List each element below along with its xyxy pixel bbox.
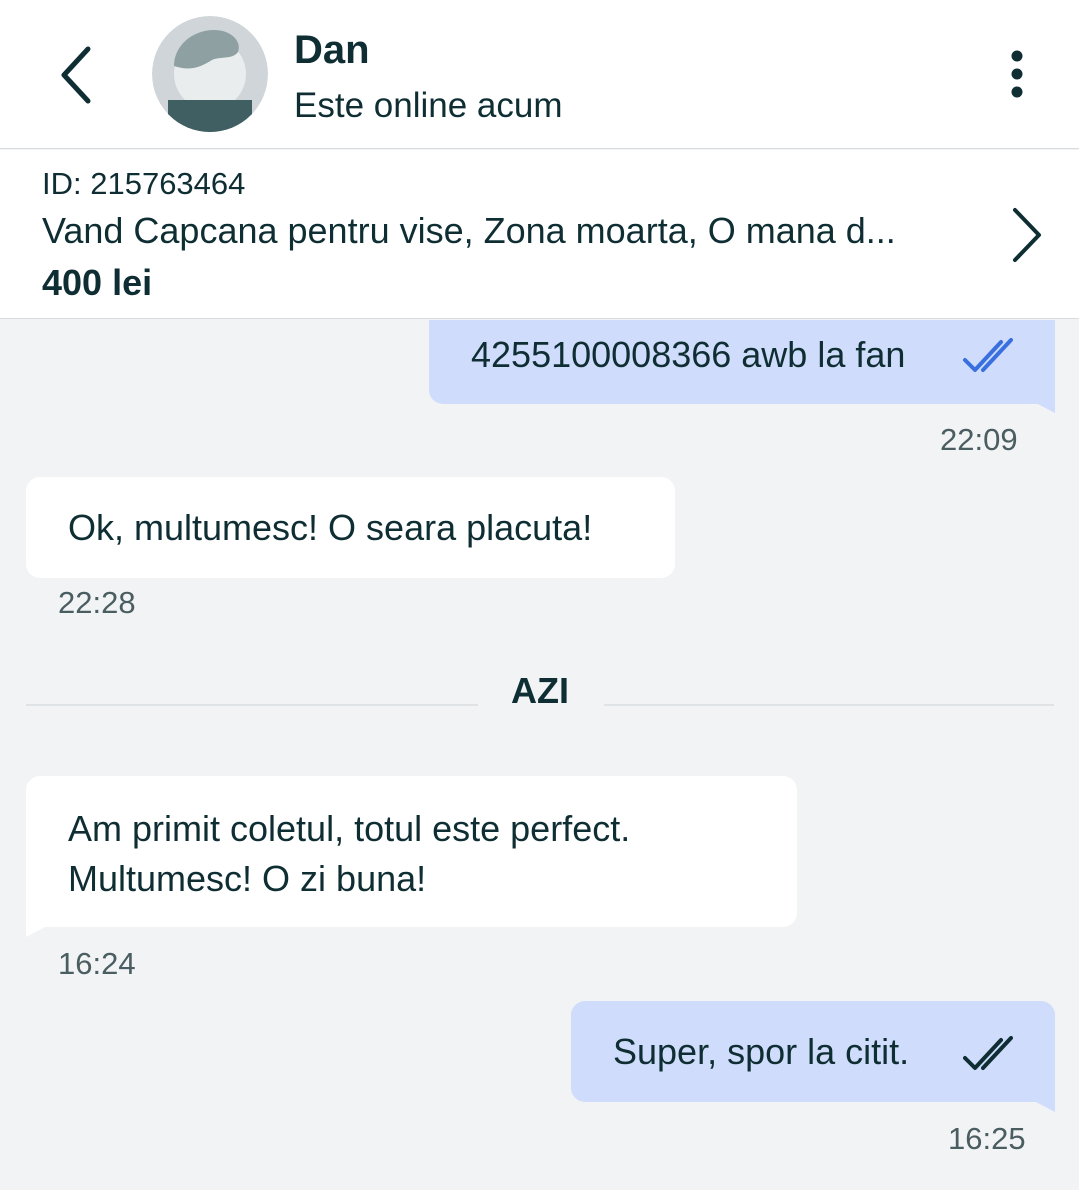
chevron-right-icon (1000, 204, 1050, 264)
message-bubble-incoming[interactable]: Am primit coletul, totul este perfect. M… (26, 776, 797, 927)
listing-title: Vand Capcana pentru vise, Zona moarta, O… (42, 210, 896, 251)
message-text: 4255100008366 awb la fan (471, 334, 906, 375)
separator-line-right (604, 704, 1054, 706)
message-text-line: Multumesc! O zi buna! (68, 858, 427, 899)
bubble-tail (26, 926, 47, 937)
separator-line-left (26, 704, 478, 706)
message-time: 22:09 (940, 422, 1018, 457)
back-arrow-icon (56, 45, 96, 105)
chat-header: Dan Este online acum (0, 0, 1079, 149)
listing-price: 400 lei (42, 262, 153, 303)
more-options-button[interactable] (996, 44, 1038, 104)
avatar[interactable] (152, 16, 268, 132)
message-text: Ok, multumesc! O seara placuta! (68, 507, 593, 548)
message-text-line: Am primit coletul, totul este perfect. (68, 808, 631, 849)
back-button[interactable] (48, 40, 104, 110)
online-status: Este online acum (294, 86, 563, 125)
message-text: Super, spor la citit. (613, 1031, 910, 1072)
message-bubble-incoming[interactable]: Ok, multumesc! O seara placuta! (26, 477, 675, 578)
message-time: 16:24 (58, 946, 136, 981)
bubble-tail (1034, 402, 1055, 413)
contact-name: Dan (294, 28, 370, 72)
bubble-tail (1034, 1101, 1055, 1112)
default-avatar-icon (152, 16, 268, 132)
message-bubble-outgoing[interactable]: 4255100008366 awb la fan (429, 320, 1055, 404)
delivered-check-icon (963, 1034, 1023, 1074)
read-check-icon (963, 336, 1023, 376)
day-separator: AZI (511, 670, 569, 711)
message-time: 16:25 (948, 1121, 1026, 1156)
more-vertical-icon (1007, 49, 1027, 99)
listing-card[interactable]: ID: 215763464 Vand Capcana pentru vise, … (0, 150, 1079, 319)
message-bubble-outgoing[interactable]: Super, spor la citit. (571, 1001, 1055, 1102)
message-time: 22:28 (58, 585, 136, 620)
listing-id: ID: 215763464 (42, 166, 246, 201)
